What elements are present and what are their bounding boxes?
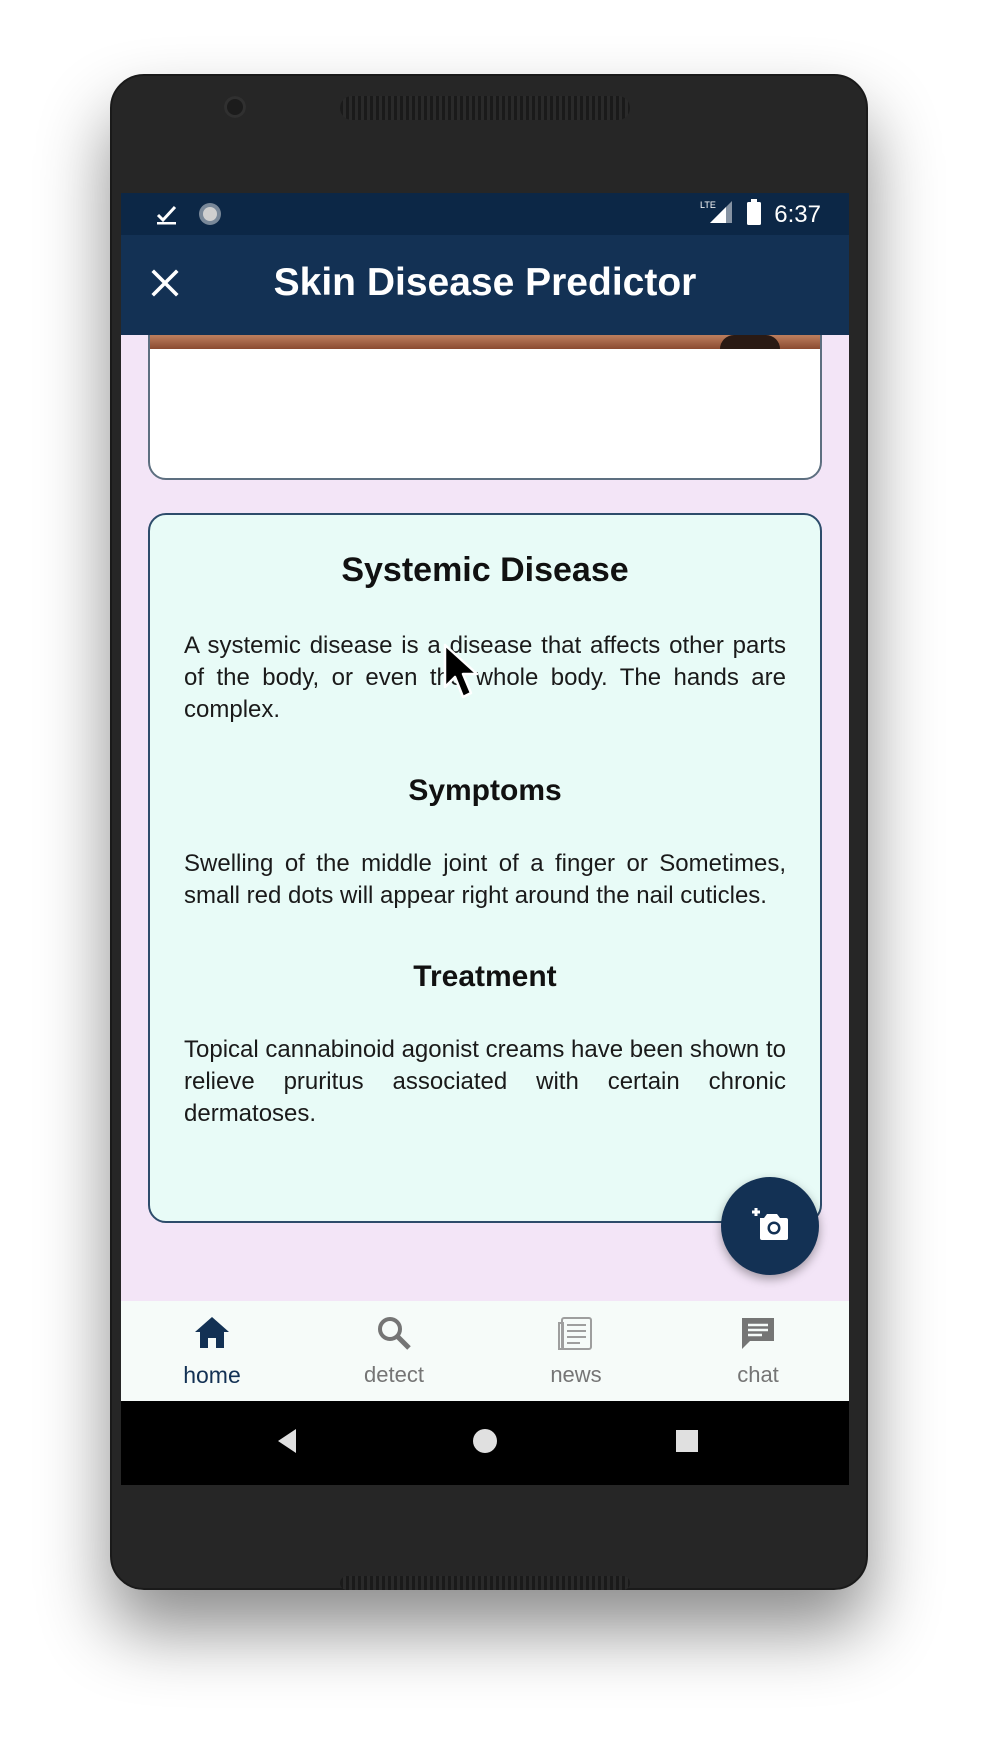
newspaper-icon [556,1313,596,1358]
lte-signal-icon: LTE [700,199,734,230]
treatment-heading: Treatment [413,960,557,993]
recents-square-icon [674,1428,700,1459]
system-navigation-bar [121,1401,849,1485]
home-system-button[interactable] [467,1425,503,1461]
status-bar: LTE 6:37 [121,193,849,235]
nav-item-chat[interactable]: chat [667,1301,849,1401]
scroll-content[interactable]: Systemic Disease A systemic disease is a… [121,335,849,1335]
recents-button[interactable] [669,1425,705,1461]
symptoms-heading: Symptoms [408,774,562,807]
search-icon [374,1313,414,1358]
nav-item-detect[interactable]: detect [303,1301,485,1401]
nav-item-news[interactable]: news [485,1301,667,1401]
home-icon [192,1313,232,1358]
earpiece-speaker [340,96,630,120]
treatment-text: Topical cannabinoid agonist creams have … [184,1036,786,1127]
checkmark-notification-icon [155,202,179,231]
disease-info-card: Systemic Disease A systemic disease is a… [148,513,822,1223]
phone-screen: LTE 6:37 Skin Disease Predictor Systemic… [121,193,849,1485]
nav-item-home[interactable]: home [121,1301,303,1401]
add-photo-button[interactable] [721,1177,819,1275]
nav-label-news: news [550,1362,602,1387]
back-triangle-icon [274,1427,300,1460]
battery-icon [746,199,762,230]
nav-label-detect: detect [364,1362,424,1387]
lte-label: LTE [700,200,716,210]
status-time: 6:37 [774,200,821,228]
add-photo-icon [750,1206,790,1247]
uploaded-image-card [148,335,822,480]
front-camera [224,96,246,118]
mouse-cursor-icon [443,643,483,708]
app-bar: Skin Disease Predictor [121,235,849,335]
chat-icon [738,1313,778,1358]
home-circle-icon [471,1427,499,1460]
skin-image [150,335,820,349]
bottom-speaker [340,1576,630,1590]
back-button[interactable] [269,1425,305,1461]
bottom-navigation: home detect news chat [121,1301,849,1401]
disease-title: Systemic Disease [341,551,629,589]
disease-description: A systemic disease is a disease that aff… [184,632,786,723]
page-title: Skin Disease Predictor [273,261,697,304]
sync-notification-icon [197,201,223,232]
nav-label-chat: chat [737,1362,779,1387]
nav-label-home: home [183,1362,241,1388]
symptoms-text: Swelling of the middle joint of a finger… [184,850,786,909]
